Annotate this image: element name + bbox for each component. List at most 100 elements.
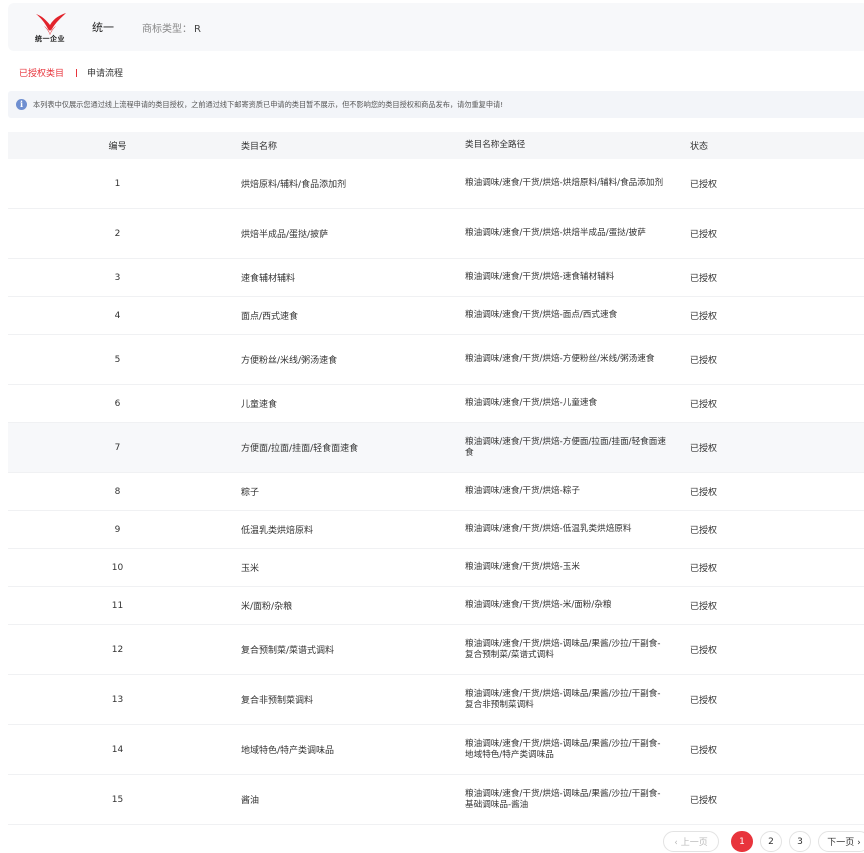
table-row: 1 烘焙原料/辅料/食品添加剂 粮油调味/速食/干货/烘焙-烘焙原料/辅料/食品添加… [8,159,864,209]
row-id: 1 [114,178,121,189]
brand-logo: 统一企业 [30,10,70,44]
table-row: 6 儿童速食 粮油调味/速食/干货/烘焙-儿童速食 已授权 [8,385,864,423]
table-row: 7 方便面/拉面/挂面/轻食面速食 粮油调味/速食/干货/烘焙-方便面/拉面/挂面/… [8,423,864,473]
column-header-path: 类目名称全路径 [465,140,526,150]
row-id: 5 [114,354,121,365]
row-id: 6 [114,398,121,409]
row-category-name: 烘焙原料/辅料/食品添加剂 [241,180,347,190]
row-status: 已授权 [690,796,718,806]
row-category-path: 粮油调味/速食/干货/烘焙-儿童速食 [465,398,598,408]
table-row: 13 复合非预制菜调料 粮油调味/速食/干货/烘焙-调味品/果酱/沙拉/干副食-复合… [8,675,864,725]
row-category-path: 粮油调味/速食/干货/烘焙-调味品/果酱/沙拉/干副食-复合非预制菜调料 [465,688,661,710]
column-header-status: 状态 [690,142,709,152]
row-category-name: 复合预制菜/菜谱式调料 [241,646,335,656]
row-id: 9 [114,524,121,535]
row-category-name: 酱油 [241,796,260,806]
row-id: 12 [111,644,124,655]
row-id: 2 [114,228,121,239]
row-category-name: 地域特色/特产类调味品 [241,746,335,756]
logo-text: 统一企业 [35,35,65,43]
bird-logo-icon [36,13,66,35]
row-id: 11 [111,600,124,611]
row-category-name: 烘焙半成品/蛋挞/披萨 [241,230,329,240]
row-category-path: 粮油调味/速食/干货/烘焙-粽子 [465,486,580,496]
brand-name: 统一 [92,21,114,34]
pagination: ‹ 上一页 1 2 3 下一页 › [663,831,864,852]
table-row: 5 方便粉丝/米线/粥汤速食 粮油调味/速食/干货/烘焙-方便粉丝/米线/粥汤速食 已… [8,335,864,385]
row-id: 15 [111,794,124,805]
tab-authorized-categories[interactable]: 已授权类目 [19,66,64,79]
column-header-name: 类目名称 [241,142,278,152]
row-category-path: 粮油调味/速食/干货/烘焙-方便粉丝/米线/粥汤速食 [465,354,655,364]
table-row: 4 面点/西式速食 粮油调味/速食/干货/烘焙-面点/西式速食 已授权 [8,297,864,335]
row-category-name: 低温乳类烘焙原料 [241,526,314,536]
row-category-path: 粮油调味/速食/干货/烘焙-速食辅材辅料 [465,272,615,282]
row-status: 已授权 [690,444,718,454]
row-category-path: 粮油调味/速食/干货/烘焙-玉米 [465,562,580,572]
tab-application-process[interactable]: 申请流程 [87,66,123,79]
row-category-name: 粽子 [241,488,260,498]
row-category-path: 粮油调味/速食/干货/烘焙-烘焙半成品/蛋挞/披萨 [465,228,646,238]
table-row: 11 米/面粉/杂粮 粮油调味/速食/干货/烘焙-米/面粉/杂粮 已授权 [8,587,864,625]
row-category-name: 速食辅材辅料 [241,274,296,284]
row-id: 7 [114,442,121,453]
row-category-name: 玉米 [241,564,260,574]
row-id: 14 [111,744,124,755]
row-category-path: 粮油调味/速食/干货/烘焙-面点/西式速食 [465,310,618,320]
row-id: 10 [111,562,124,573]
category-table: 编号 类目名称 类目名称全路径 状态 1 烘焙原料/辅料/食品添加剂粮油调味/速食… [8,132,864,825]
row-category-name: 米/面粉/杂粮 [241,602,293,612]
row-status: 已授权 [690,312,718,322]
table-body: 1 烘焙原料/辅料/食品添加剂 粮油调味/速食/干货/烘焙-烘焙原料/辅料/食品添加… [8,159,864,825]
row-category-path: 粮油调味/速食/干货/烘焙-调味品/果酱/沙拉/干副食-复合预制菜/菜谱式调料 [465,638,661,660]
row-status: 已授权 [690,356,718,366]
row-id: 13 [111,694,124,705]
row-category-name: 儿童速食 [241,400,278,410]
page-3-button[interactable]: 3 [789,831,811,852]
row-category-name: 面点/西式速食 [241,312,299,322]
store-header: 统一企业 统一 商标类型： R [8,3,864,51]
page-2-button[interactable]: 2 [760,831,782,852]
table-row: 9 低温乳类烘焙原料 粮油调味/速食/干货/烘焙-低温乳类烘焙原料 已授权 [8,511,864,549]
table-row: 12 复合预制菜/菜谱式调料 粮油调味/速食/干货/烘焙-调味品/果酱/沙拉/干副食… [8,625,864,675]
next-page-button[interactable]: 下一页 › [818,831,864,852]
tab-bar: 已授权类目 申请流程 [19,66,123,79]
row-status: 已授权 [690,526,718,536]
row-id: 8 [114,486,121,497]
row-category-path: 粮油调味/速食/干货/烘焙-调味品/果酱/沙拉/干副食-基础调味品-酱油 [465,788,661,810]
table-row: 10 玉米 粮油调味/速食/干货/烘焙-玉米 已授权 [8,549,864,587]
row-status: 已授权 [690,646,718,656]
row-status: 已授权 [690,488,718,498]
row-status: 已授权 [690,564,718,574]
row-status: 已授权 [690,602,718,612]
table-row: 3 速食辅材辅料 粮油调味/速食/干货/烘焙-速食辅材辅料 已授权 [8,259,864,297]
table-row: 2 烘焙半成品/蛋挞/披萨 粮油调味/速食/干货/烘焙-烘焙半成品/蛋挞/披萨 已授权 [8,209,864,259]
trademark-type: 商标类型： R [142,20,201,35]
row-status: 已授权 [690,274,718,284]
prev-page-button[interactable]: ‹ 上一页 [663,831,719,852]
row-category-name: 方便面/拉面/挂面/轻食面速食 [241,444,359,454]
notice-text: 本列表中仅展示您通过线上流程申请的类目授权，之前通过线下邮寄资质已申请的类目暂不… [33,99,504,109]
tab-divider [76,68,78,77]
row-category-path: 粮油调味/速食/干货/烘焙-低温乳类烘焙原料 [465,524,632,534]
row-id: 3 [114,272,121,283]
row-id: 4 [114,310,121,321]
column-header-id: 编号 [108,142,127,152]
info-icon: i [16,99,27,110]
row-category-name: 复合非预制菜调料 [241,696,314,706]
row-status: 已授权 [690,230,718,240]
trademark-value: R [194,23,201,35]
table-row: 14 地域特色/特产类调味品 粮油调味/速食/干货/烘焙-调味品/果酱/沙拉/干副食… [8,725,864,775]
trademark-label: 商标类型： [142,23,192,35]
table-row: 8 粽子 粮油调味/速食/干货/烘焙-粽子 已授权 [8,473,864,511]
row-category-name: 方便粉丝/米线/粥汤速食 [241,356,338,366]
row-status: 已授权 [690,746,718,756]
row-status: 已授权 [690,400,718,410]
notice-banner: i 本列表中仅展示您通过线上流程申请的类目授权，之前通过线下邮寄资质已申请的类目… [8,91,864,118]
row-category-path: 粮油调味/速食/干货/烘焙-调味品/果酱/沙拉/干副食-地域特色/特产类调味品 [465,738,661,760]
row-category-path: 粮油调味/速食/干货/烘焙-方便面/拉面/挂面/轻食面速食 [465,436,666,458]
row-category-path: 粮油调味/速食/干货/烘焙-米/面粉/杂粮 [465,600,612,610]
table-row: 15 酱油 粮油调味/速食/干货/烘焙-调味品/果酱/沙拉/干副食-基础调味品-酱油… [8,775,864,825]
row-status: 已授权 [690,180,718,190]
page-1-button[interactable]: 1 [731,831,753,852]
